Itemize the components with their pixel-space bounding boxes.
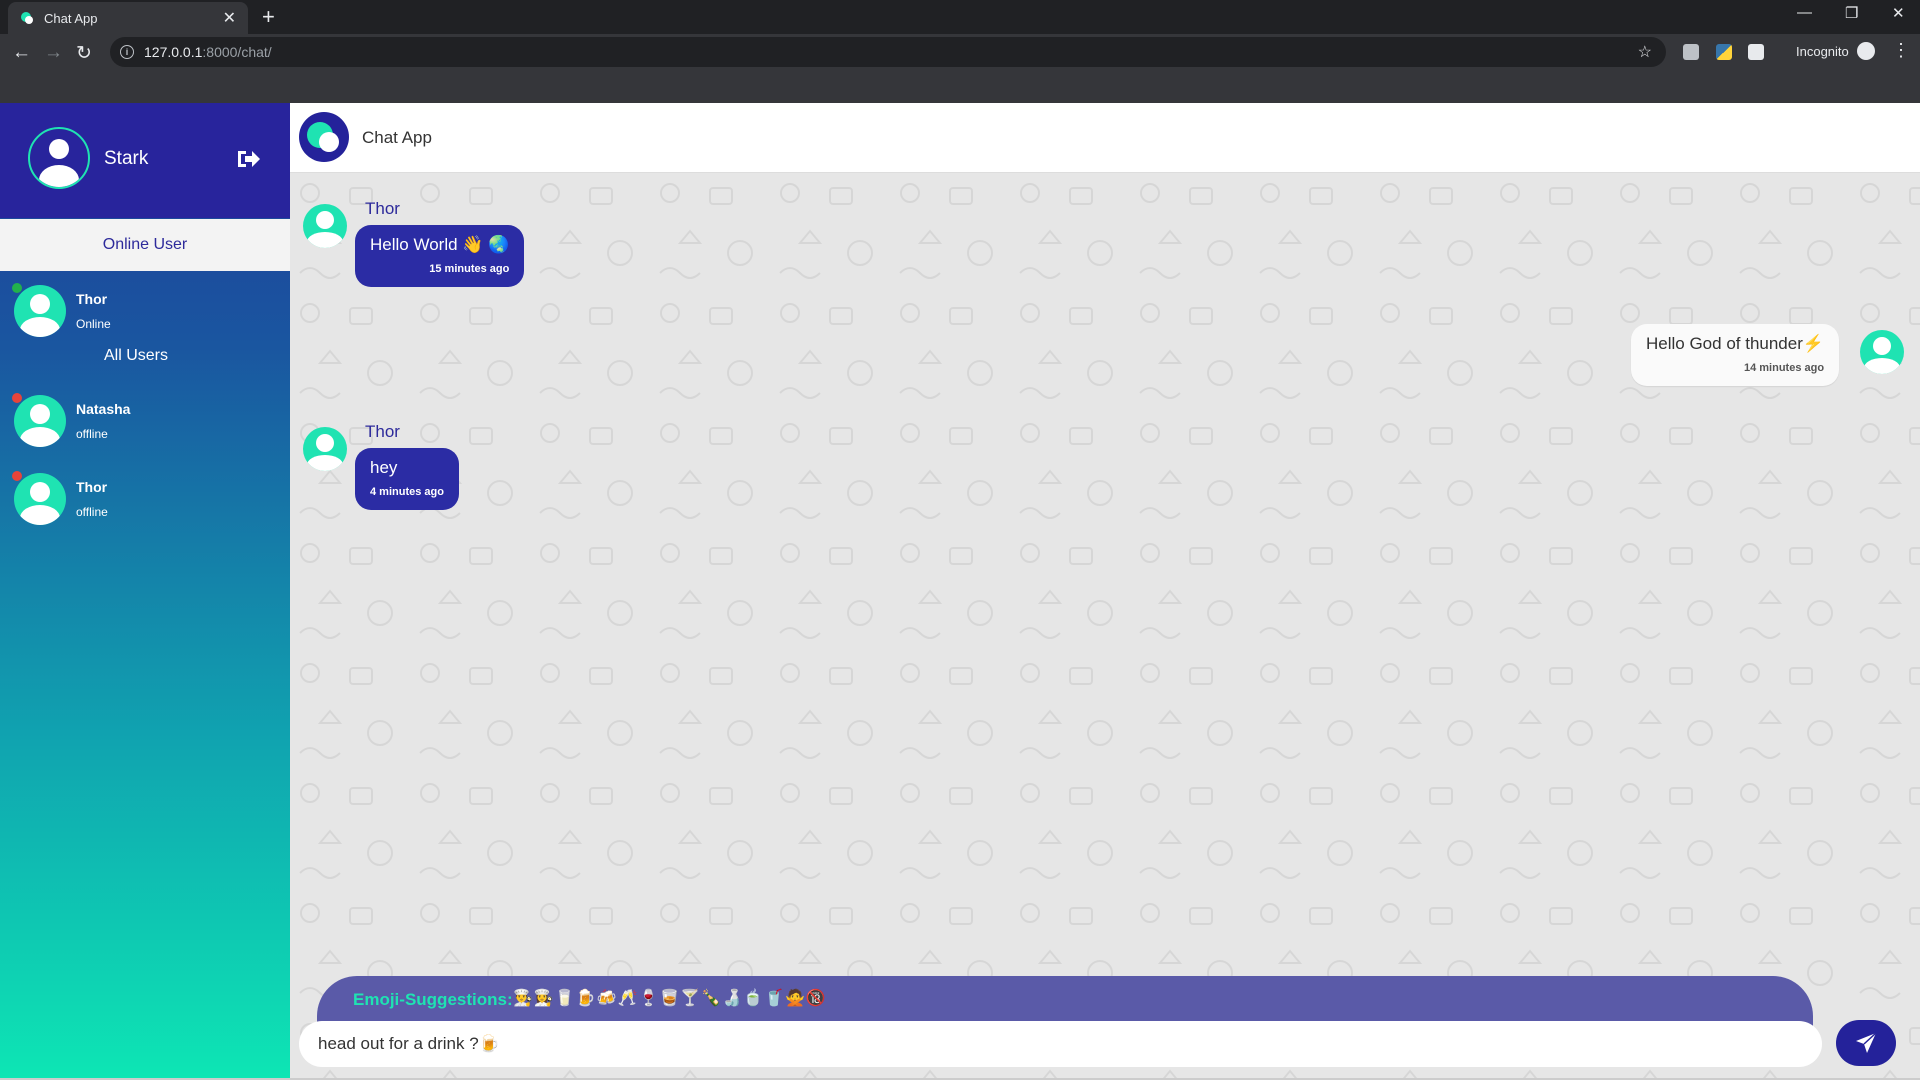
message-time: 4 minutes ago — [370, 486, 444, 498]
user-avatar — [14, 285, 66, 337]
user-name: Natasha — [76, 401, 131, 417]
message-text: Hello God of thunder⚡ — [1646, 334, 1825, 353]
address-bar[interactable]: i 127.0.0.1:8000/chat/ ☆ — [110, 37, 1666, 67]
emoji-suggestions-list[interactable]: 👨‍🍳👩‍🍳🥛🍺🍻🥂🍷🥃🍸🍾🍶🍵🥤🙅🔞 — [513, 988, 827, 1008]
chat-header: Chat App — [290, 103, 1920, 173]
all-users-heading: All Users — [103, 347, 168, 364]
offline-status-dot — [12, 471, 22, 481]
minimize-icon[interactable]: — — [1797, 4, 1812, 21]
chat-background-pattern — [290, 173, 1920, 1080]
offline-status-dot — [12, 393, 22, 403]
close-window-icon[interactable]: ✕ — [1892, 4, 1905, 22]
python-extension-icon[interactable] — [1716, 44, 1732, 60]
user-item[interactable]: Natasha offline — [0, 387, 290, 457]
user-status: offline — [76, 427, 108, 441]
browser-menu-icon[interactable]: ⋮ — [1892, 40, 1910, 61]
url-host: 127.0.0.1 — [144, 44, 203, 60]
chat-pane: Chat App Thor Hello World 👋 🌏 15 minutes… — [290, 103, 1920, 1080]
back-icon[interactable]: ← — [12, 42, 31, 64]
online-user-item[interactable]: Thor Online — [0, 277, 290, 347]
browser-toolbar: ← → ↻ i 127.0.0.1:8000/chat/ ☆ Incognito… — [0, 34, 1920, 104]
user-item[interactable]: Thor offline — [0, 465, 290, 535]
message-bubble-outgoing: Hello God of thunder⚡ 14 minutes ago — [1631, 324, 1840, 386]
message-avatar — [303, 427, 347, 471]
chat-app: Stark Online User Thor Online All Users … — [0, 103, 1920, 1080]
send-button[interactable] — [1836, 1020, 1896, 1066]
message-sender: Thor — [365, 199, 400, 218]
user-avatar — [14, 395, 66, 447]
sidebar: Stark Online User Thor Online All Users … — [0, 103, 290, 1080]
emoji-suggestions-label: Emoji-Suggestions: — [353, 990, 513, 1009]
message-avatar — [303, 204, 347, 248]
reader-extension-icon[interactable] — [1748, 44, 1764, 60]
extension-icon[interactable] — [1683, 44, 1699, 60]
forward-icon[interactable]: → — [44, 42, 63, 64]
new-tab-icon[interactable]: + — [262, 4, 275, 30]
user-avatar — [14, 473, 66, 525]
user-name: Thor — [76, 479, 108, 495]
chat-title: Chat App — [362, 128, 432, 147]
restore-icon[interactable]: ❐ — [1845, 4, 1858, 22]
online-status-dot — [12, 283, 22, 293]
message-sender: Thor — [365, 422, 400, 441]
profile-header: Stark — [0, 103, 290, 218]
message-time: 14 minutes ago — [1743, 362, 1825, 374]
close-tab-icon[interactable]: ✕ — [223, 8, 236, 28]
browser-tab[interactable]: Chat App ✕ — [8, 2, 248, 34]
incognito-icon[interactable] — [1857, 42, 1875, 60]
logout-icon[interactable] — [236, 148, 260, 176]
reload-icon[interactable]: ↻ — [76, 42, 92, 65]
profile-name: Stark — [104, 148, 149, 169]
tab-title: Chat App — [44, 10, 98, 26]
incognito-label: Incognito — [1796, 44, 1849, 59]
message-avatar — [1860, 330, 1904, 374]
profile-avatar — [28, 127, 90, 189]
bookmark-star-icon[interactable]: ☆ — [1638, 42, 1652, 62]
user-name: Thor — [76, 291, 108, 307]
user-status: offline — [76, 505, 108, 519]
site-info-icon[interactable]: i — [120, 45, 134, 59]
message-text: hey — [370, 458, 398, 477]
message-text: Hello World 👋 🌏 — [370, 235, 510, 254]
send-icon — [1856, 1032, 1877, 1053]
user-status: Online — [76, 317, 111, 331]
url-path: :8000/chat/ — [202, 44, 272, 60]
message-time: 15 minutes ago — [429, 263, 510, 275]
browser-titlebar: Chat App ✕ + — ❐ ✕ — [0, 0, 1920, 34]
online-users-heading: Online User — [0, 219, 290, 271]
message-input[interactable] — [299, 1021, 1822, 1067]
message-bubble-incoming: Hello World 👋 🌏 15 minutes ago — [355, 225, 525, 287]
message-bubble-incoming: hey 4 minutes ago — [355, 448, 459, 510]
chat-app-logo-icon — [299, 112, 349, 162]
chat-app-favicon-icon — [20, 11, 34, 25]
